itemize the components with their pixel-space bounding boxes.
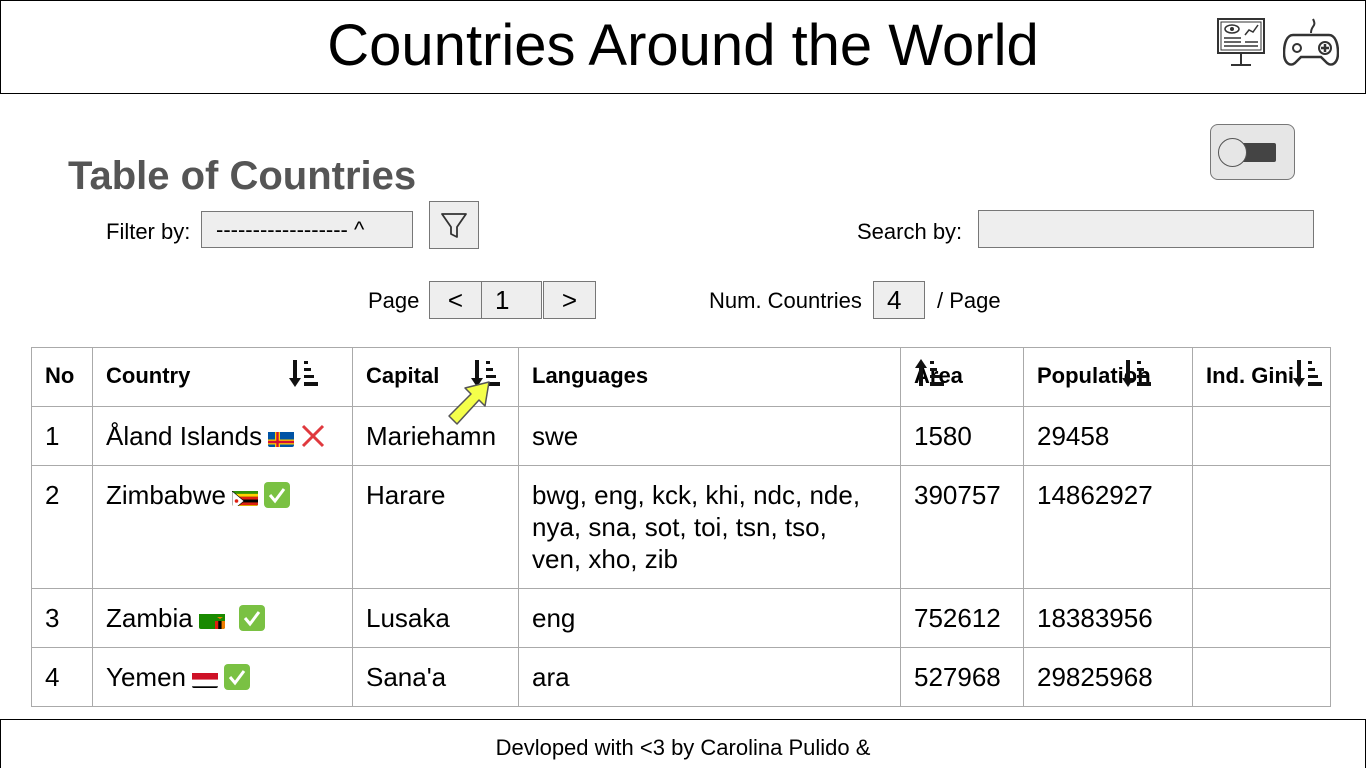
zambia-flag-icon bbox=[198, 609, 225, 629]
cell-country: Zimbabwe bbox=[92, 465, 353, 589]
gamepad-icon[interactable] bbox=[1282, 17, 1340, 69]
cell-capital: Lusaka bbox=[352, 588, 519, 648]
header-capital[interactable]: Capital bbox=[352, 347, 519, 407]
footer-text: Devloped with <3 by Carolina Pulido & bbox=[495, 735, 871, 760]
header-population[interactable]: Population bbox=[1023, 347, 1193, 407]
cell-gini bbox=[1192, 647, 1331, 707]
funnel-icon bbox=[441, 213, 467, 238]
cell-population: 29825968 bbox=[1023, 647, 1193, 707]
section-title: Table of Countries bbox=[68, 154, 417, 198]
cell-population: 14862927 bbox=[1023, 465, 1193, 589]
per-page-label: / Page bbox=[937, 288, 1001, 313]
cross-icon bbox=[300, 423, 326, 449]
cell-no: 4 bbox=[31, 647, 93, 707]
cell-no: 3 bbox=[31, 588, 93, 648]
filter-button[interactable] bbox=[429, 201, 479, 249]
cell-population: 18383956 bbox=[1023, 588, 1193, 648]
sort-down-icon[interactable] bbox=[1293, 358, 1323, 388]
cell-population: 29458 bbox=[1023, 406, 1193, 466]
cell-languages: eng bbox=[518, 588, 901, 648]
sort-up-icon[interactable] bbox=[915, 358, 945, 388]
cell-gini bbox=[1192, 588, 1331, 648]
filter-label: Filter by: bbox=[106, 219, 191, 244]
cell-languages: ara bbox=[518, 647, 901, 707]
page-label: Page bbox=[368, 288, 420, 313]
cell-capital: Mariehamn bbox=[352, 406, 519, 466]
next-page-button[interactable]: > bbox=[543, 281, 596, 319]
header-gini[interactable]: Ind. Gini bbox=[1192, 347, 1331, 407]
check-icon bbox=[224, 664, 250, 690]
filter-select[interactable]: ------------------ ^ bbox=[201, 211, 413, 248]
table-row[interactable]: 1 Åland Islands Mariehamn swe 1580 29458 bbox=[31, 406, 1331, 466]
footer: Devloped with <3 by Carolina Pulido & bbox=[0, 719, 1366, 768]
header-country[interactable]: Country bbox=[92, 347, 353, 407]
dashboard-monitor-icon[interactable] bbox=[1215, 17, 1267, 75]
table-row[interactable]: 4 Yemen Sana'a ara 527968 29825968 bbox=[31, 647, 1331, 707]
app-header: Countries Around the World bbox=[0, 0, 1366, 94]
header-area[interactable]: Area bbox=[900, 347, 1024, 407]
prev-page-button[interactable]: < bbox=[429, 281, 482, 319]
cell-area: 1580 bbox=[900, 406, 1024, 466]
search-label: Search by: bbox=[857, 219, 963, 244]
cell-languages: bwg, eng, kck, khi, ndc, nde, nya, sna, … bbox=[518, 465, 901, 589]
search-input[interactable] bbox=[978, 210, 1314, 248]
num-countries-input[interactable]: 4 bbox=[873, 281, 925, 319]
page-number-input[interactable]: 1 bbox=[481, 281, 542, 319]
theme-toggle[interactable] bbox=[1210, 124, 1295, 180]
cell-no: 1 bbox=[31, 406, 93, 466]
sort-down-icon[interactable] bbox=[289, 358, 319, 388]
countries-table: No Country Capital Languages Area Popula… bbox=[31, 347, 1331, 707]
header-languages: Languages bbox=[518, 347, 901, 407]
cell-area: 527968 bbox=[900, 647, 1024, 707]
cell-country: Yemen bbox=[92, 647, 353, 707]
yemen-flag-icon bbox=[192, 668, 218, 688]
toggle-knob bbox=[1218, 138, 1247, 167]
zimbabwe-flag-icon bbox=[231, 486, 258, 506]
cell-country: Åland Islands bbox=[92, 406, 353, 466]
page-title: Countries Around the World bbox=[327, 13, 1039, 78]
cell-gini bbox=[1192, 406, 1331, 466]
cell-area: 390757 bbox=[900, 465, 1024, 589]
table-header-row: No Country Capital Languages Area Popula… bbox=[31, 347, 1331, 407]
cell-capital: Sana'a bbox=[352, 647, 519, 707]
header-no: No bbox=[31, 347, 93, 407]
table-row[interactable]: 2 Zimbabwe Harare bwg, eng, kck, khi, nd… bbox=[31, 465, 1331, 589]
cell-no: 2 bbox=[31, 465, 93, 589]
cell-capital: Harare bbox=[352, 465, 519, 589]
check-icon bbox=[238, 605, 265, 631]
sort-down-icon[interactable] bbox=[1122, 358, 1152, 388]
cell-languages: swe bbox=[518, 406, 901, 466]
aland-flag-icon bbox=[268, 427, 295, 447]
check-icon bbox=[263, 482, 290, 508]
cell-gini bbox=[1192, 465, 1331, 589]
sort-down-icon[interactable] bbox=[471, 358, 501, 388]
cell-country: Zambia bbox=[92, 588, 353, 648]
table-row[interactable]: 3 Zambia Lusaka eng 752612 18383956 bbox=[31, 588, 1331, 648]
cell-area: 752612 bbox=[900, 588, 1024, 648]
num-countries-label: Num. Countries bbox=[709, 288, 862, 313]
